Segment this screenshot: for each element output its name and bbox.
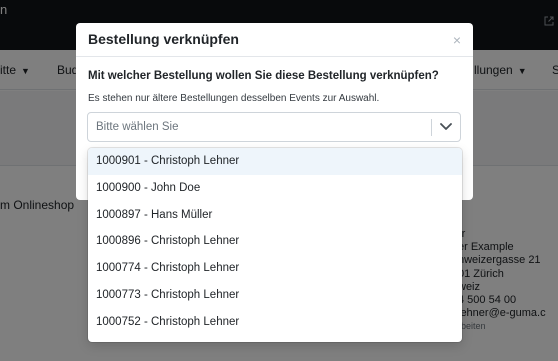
modal-question: Mit welcher Bestellung wollen Sie diese … [88,70,439,82]
select-option[interactable]: 1000896 - Christoph Lehner [88,228,462,255]
select-option[interactable]: 1000773 - Christoph Lehner [88,282,462,309]
select-option[interactable]: 1000901 - Christoph Lehner [88,148,462,175]
select-option[interactable]: 1000900 - John Doe [88,175,462,202]
select-option[interactable]: 1000752 - Christoph Lehner [88,309,462,336]
select-placeholder: Bitte wählen Sie [96,121,179,133]
select-separator [431,119,432,136]
modal-title: Bestellung verknüpfen [88,31,239,47]
modal-hint: Es stehen nur ältere Bestellungen dessel… [88,93,380,104]
modal-header: Bestellung verknüpfen × [76,23,473,57]
chevron-down-icon[interactable] [438,120,454,134]
select-option[interactable]: 1000774 - Christoph Lehner [88,255,462,282]
order-select[interactable]: Bitte wählen Sie [87,112,461,142]
select-option[interactable]: 1000897 - Hans Müller [88,202,462,229]
close-icon[interactable]: × [453,32,461,48]
order-select-menu: 1000901 - Christoph Lehner 1000900 - Joh… [88,148,462,342]
